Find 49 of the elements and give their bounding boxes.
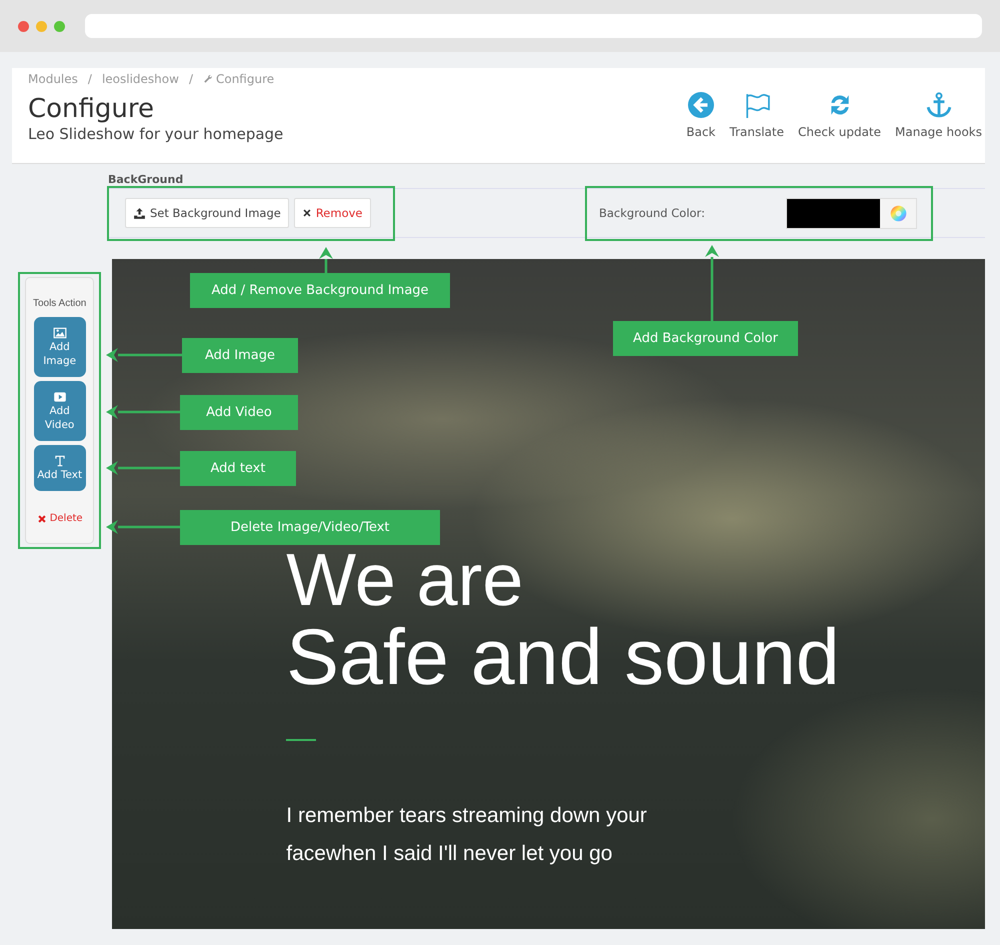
callout-label: Add Background Color [613,321,798,356]
tool-button[interactable]: Add Image [34,317,86,377]
toolbar-button[interactable]: Translate [726,90,787,143]
image-icon [52,326,67,340]
page-subtitle: Leo Slideshow for your homepage [28,125,284,143]
play-icon [52,390,67,404]
delete-button[interactable]: Delete [36,513,83,524]
breadcrumb-separator: / [88,72,92,86]
upload-icon [133,206,146,220]
tool-button[interactable]: Add Video [34,381,86,441]
breadcrumb-link[interactable]: Modules [28,72,78,86]
color-picker[interactable] [786,198,917,228]
tool-button[interactable]: Add Text [34,445,86,491]
breadcrumb-separator: / [188,72,193,86]
remove-button[interactable]: Remove [294,198,370,228]
anchor-icon [926,92,952,118]
back-icon [688,92,714,118]
slide-text: I remember tears streaming down your [286,803,648,829]
callout-label: Add / Remove Background Image [190,273,450,308]
upload-button[interactable]: Set Background Image [125,198,289,228]
text-icon [52,454,67,468]
arrow [319,247,333,273]
minimize-dot[interactable] [36,20,47,32]
close-dot[interactable] [18,20,29,32]
section-title: BackGround [108,173,184,186]
accent-line [286,739,316,741]
breadcrumb-link[interactable]: leoslideshow [102,72,179,86]
toolbar-button[interactable]: Check update [795,90,884,143]
color-swatch[interactable] [787,198,880,228]
wrench-icon [202,74,213,84]
page-title: Configure [28,93,156,125]
field-label: Background Color: [599,206,705,220]
flag-icon [744,92,770,118]
maximize-dot[interactable] [54,20,65,32]
slide-text: facewhen I said I'll never let you go [286,841,614,867]
toolbar-button[interactable]: Back [683,90,718,143]
slide-heading: Safe and sound [286,615,841,699]
callout-label: Add Video [180,395,298,430]
color-wheel-icon [890,204,906,222]
address-bar[interactable] [85,14,982,38]
callout-label: Delete Image/Video/Text [180,510,440,545]
callout-label: Add Image [182,338,298,373]
close-icon [302,208,312,218]
toolbar-button[interactable]: Manage hooks [892,90,985,143]
close-icon [36,514,47,524]
breadcrumb-link[interactable]: Configure [202,72,274,86]
panel-title: Tools Action [32,298,86,309]
slide-heading: We are [286,545,524,615]
callout-label: Add text [180,451,296,486]
